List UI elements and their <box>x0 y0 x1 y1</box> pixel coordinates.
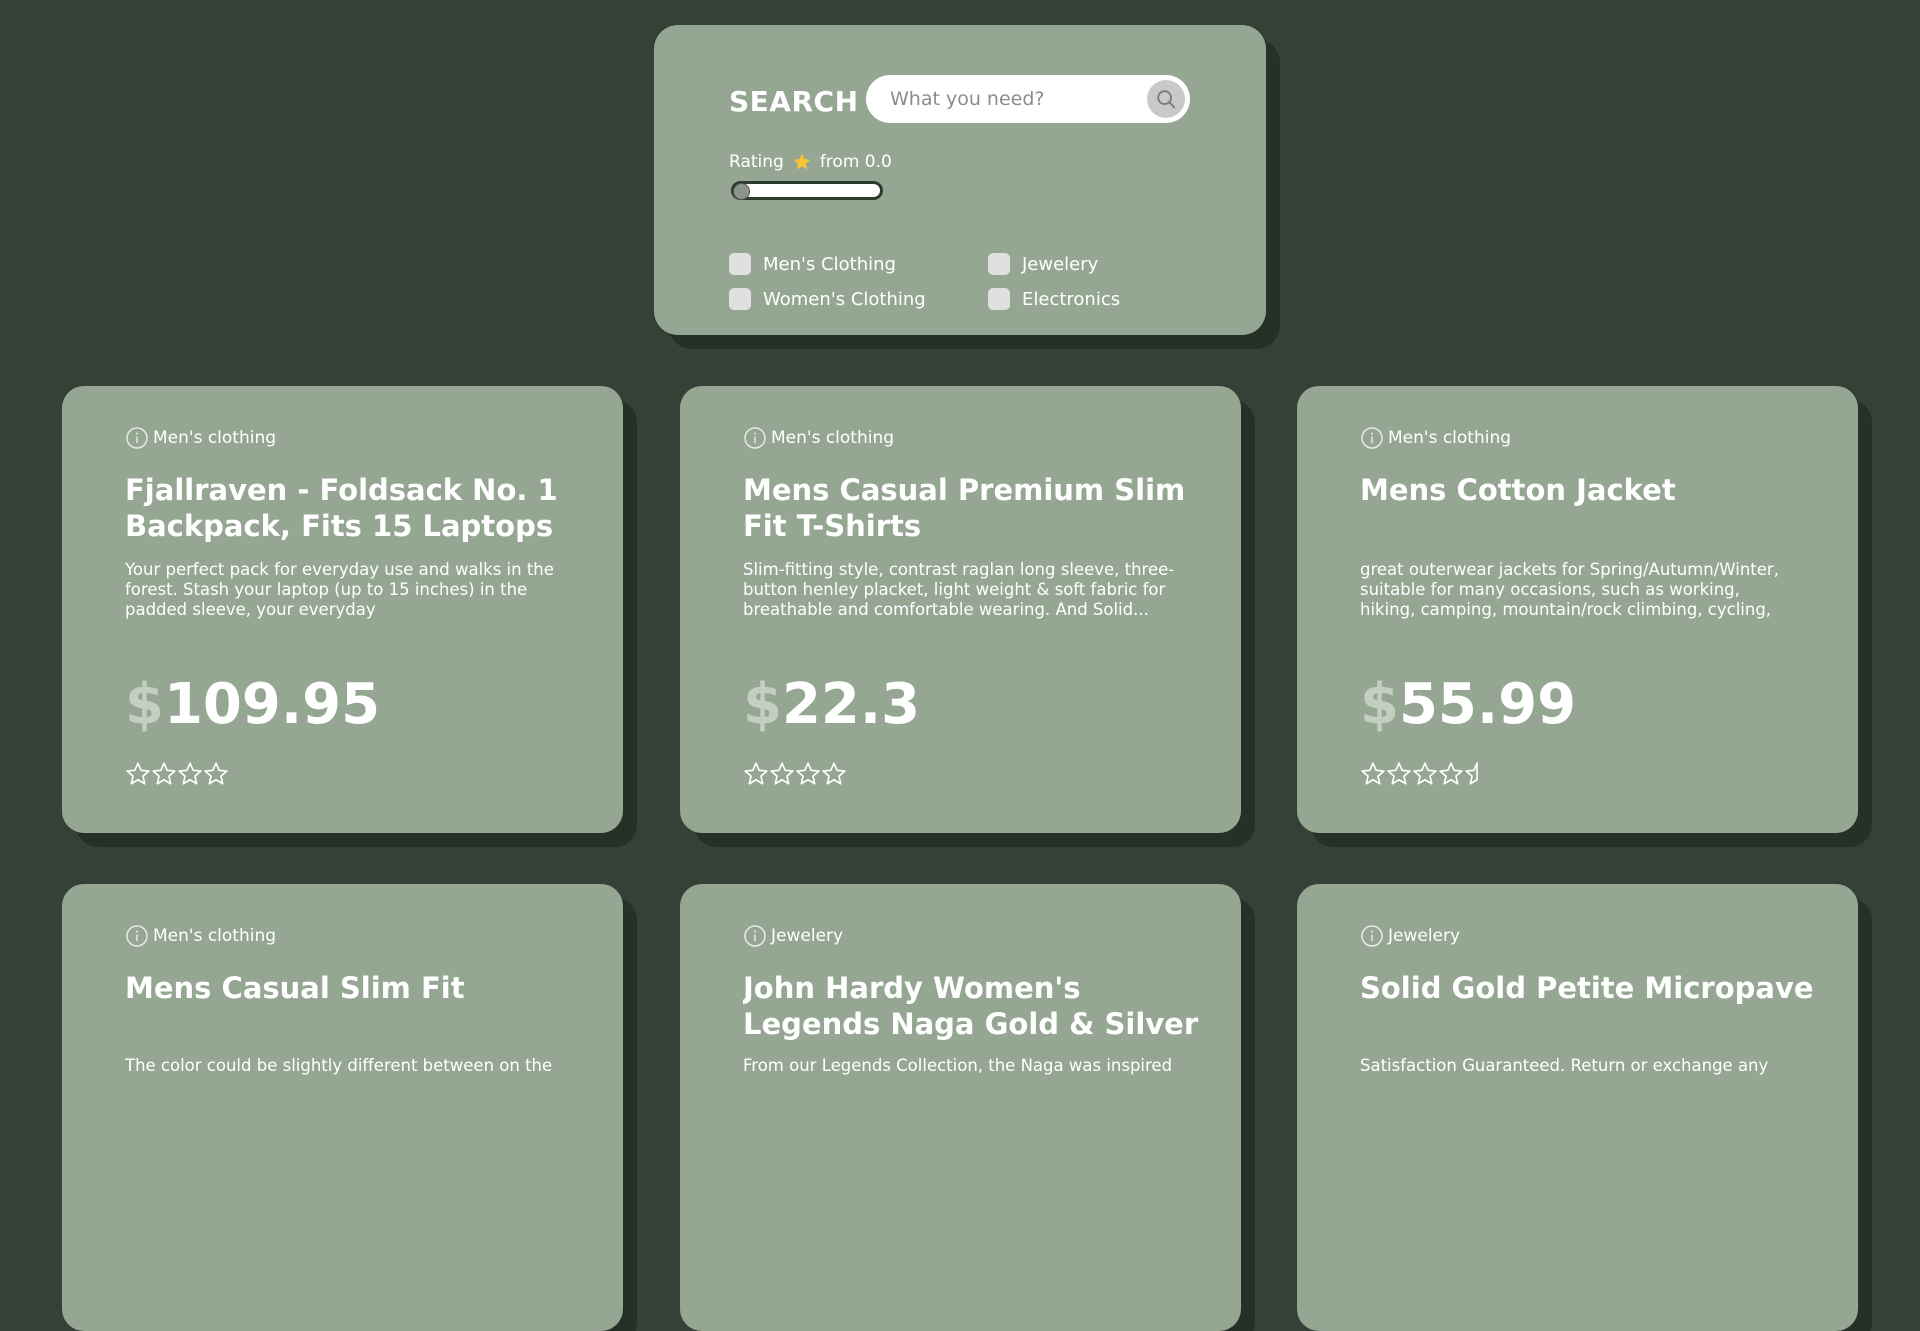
currency-symbol: $ <box>1360 672 1399 737</box>
star-outline-icon <box>822 762 846 785</box>
price-value: 55.99 <box>1398 672 1577 737</box>
currency-symbol: $ <box>125 672 164 737</box>
product-description: Satisfaction Guaranteed. Return or excha… <box>1360 1056 1769 1075</box>
star-outline-icon <box>1387 762 1411 785</box>
search-input[interactable] <box>866 75 1136 123</box>
star-outline-icon <box>796 762 820 785</box>
star-outline-icon <box>744 762 768 785</box>
category-label: Men's clothing <box>153 428 277 448</box>
card-category: Jewelery <box>1360 924 1460 948</box>
category-label: Men's clothing <box>153 926 277 946</box>
checkbox[interactable] <box>729 253 751 275</box>
info-icon <box>1361 427 1383 449</box>
filter-mens-clothing[interactable]: Men's Clothing <box>729 253 896 275</box>
star-rating <box>125 761 229 787</box>
info-icon <box>126 427 148 449</box>
filter-label: Women's Clothing <box>763 288 926 310</box>
product-description: Your perfect pack for everyday use and w… <box>125 560 554 619</box>
star-outline-icon <box>126 762 150 785</box>
info-icon <box>744 925 766 947</box>
rating-slider[interactable] <box>731 181 883 200</box>
product-title[interactable]: Mens Casual Premium Slim Fit T-Shirts <box>743 472 1203 544</box>
search-button[interactable] <box>1147 80 1185 118</box>
star-outline-icon <box>1439 762 1463 785</box>
info-icon <box>126 925 148 947</box>
star-outline-icon <box>178 762 202 785</box>
product-price: $55.99 <box>1360 672 1576 737</box>
category-label: Jewelery <box>771 926 844 946</box>
filter-jewelery[interactable]: Jewelery <box>988 253 1098 275</box>
search-box[interactable] <box>866 75 1190 123</box>
card-category: Men's clothing <box>1360 426 1511 450</box>
card-category: Men's clothing <box>125 924 276 948</box>
product-card[interactable]: Jewelery Solid Gold Petite Micropave Sat… <box>1297 884 1858 1331</box>
search-panel: SEARCH Rating from 0.0 Men's Clothing Je… <box>654 25 1266 335</box>
filter-label: Jewelery <box>1022 253 1099 275</box>
product-title[interactable]: Fjallraven - Foldsack No. 1 Backpack, Fi… <box>125 472 585 544</box>
product-price: $109.95 <box>125 672 380 737</box>
checkbox[interactable] <box>988 288 1010 310</box>
price-value: 109.95 <box>163 672 381 737</box>
category-label: Jewelery <box>1388 926 1461 946</box>
search-icon <box>1157 90 1176 109</box>
rating-slider-thumb[interactable] <box>733 183 750 200</box>
category-label: Men's clothing <box>1388 428 1512 448</box>
category-label: Men's clothing <box>771 428 895 448</box>
card-category: Jewelery <box>743 924 843 948</box>
star-outline-icon <box>1413 762 1437 785</box>
star-outline-icon <box>152 762 176 785</box>
product-description: The color could be slightly different be… <box>125 1056 553 1075</box>
currency-symbol: $ <box>743 672 782 737</box>
product-price: $22.3 <box>743 672 920 737</box>
star-rating <box>743 761 847 787</box>
star-outline-icon <box>770 762 794 785</box>
filter-womens-clothing[interactable]: Women's Clothing <box>729 288 926 310</box>
rating-row: Rating from 0.0 <box>729 152 892 172</box>
product-description: great outerwear jackets for Spring/Autum… <box>1360 560 1779 619</box>
rating-label: Rating <box>729 152 784 172</box>
info-icon <box>744 427 766 449</box>
star-outline-icon <box>1465 762 1478 785</box>
product-description: From our Legends Collection, the Naga wa… <box>743 1056 1173 1075</box>
product-card[interactable]: Men's clothing Mens Casual Slim Fit The … <box>62 884 623 1331</box>
price-value: 22.3 <box>781 672 921 737</box>
star-icon <box>793 153 811 170</box>
filter-label: Electronics <box>1022 288 1121 310</box>
card-category: Men's clothing <box>125 426 276 450</box>
filter-label: Men's Clothing <box>763 253 896 275</box>
rating-from: from 0.0 <box>819 152 892 172</box>
product-title[interactable]: Mens Casual Slim Fit <box>125 970 585 1006</box>
card-category: Men's clothing <box>743 426 894 450</box>
filter-electronics[interactable]: Electronics <box>988 288 1120 310</box>
product-title[interactable]: Mens Cotton Jacket <box>1360 472 1820 508</box>
product-card[interactable]: Men's clothing Mens Casual Premium Slim … <box>680 386 1241 833</box>
checkbox[interactable] <box>988 253 1010 275</box>
star-rating <box>1360 761 1490 787</box>
search-title: SEARCH <box>729 85 859 118</box>
info-icon <box>1361 925 1383 947</box>
star-outline-icon <box>204 762 228 785</box>
product-card[interactable]: Jewelery John Hardy Women's Legends Naga… <box>680 884 1241 1331</box>
product-title[interactable]: John Hardy Women's Legends Naga Gold & S… <box>743 970 1203 1042</box>
product-description: Slim-fitting style, contrast raglan long… <box>743 560 1175 619</box>
product-card[interactable]: Men's clothing Fjallraven - Foldsack No.… <box>62 386 623 833</box>
product-card[interactable]: Men's clothing Mens Cotton Jacket great … <box>1297 386 1858 833</box>
checkbox[interactable] <box>729 288 751 310</box>
product-title[interactable]: Solid Gold Petite Micropave <box>1360 970 1820 1006</box>
star-outline-icon <box>1361 762 1385 785</box>
